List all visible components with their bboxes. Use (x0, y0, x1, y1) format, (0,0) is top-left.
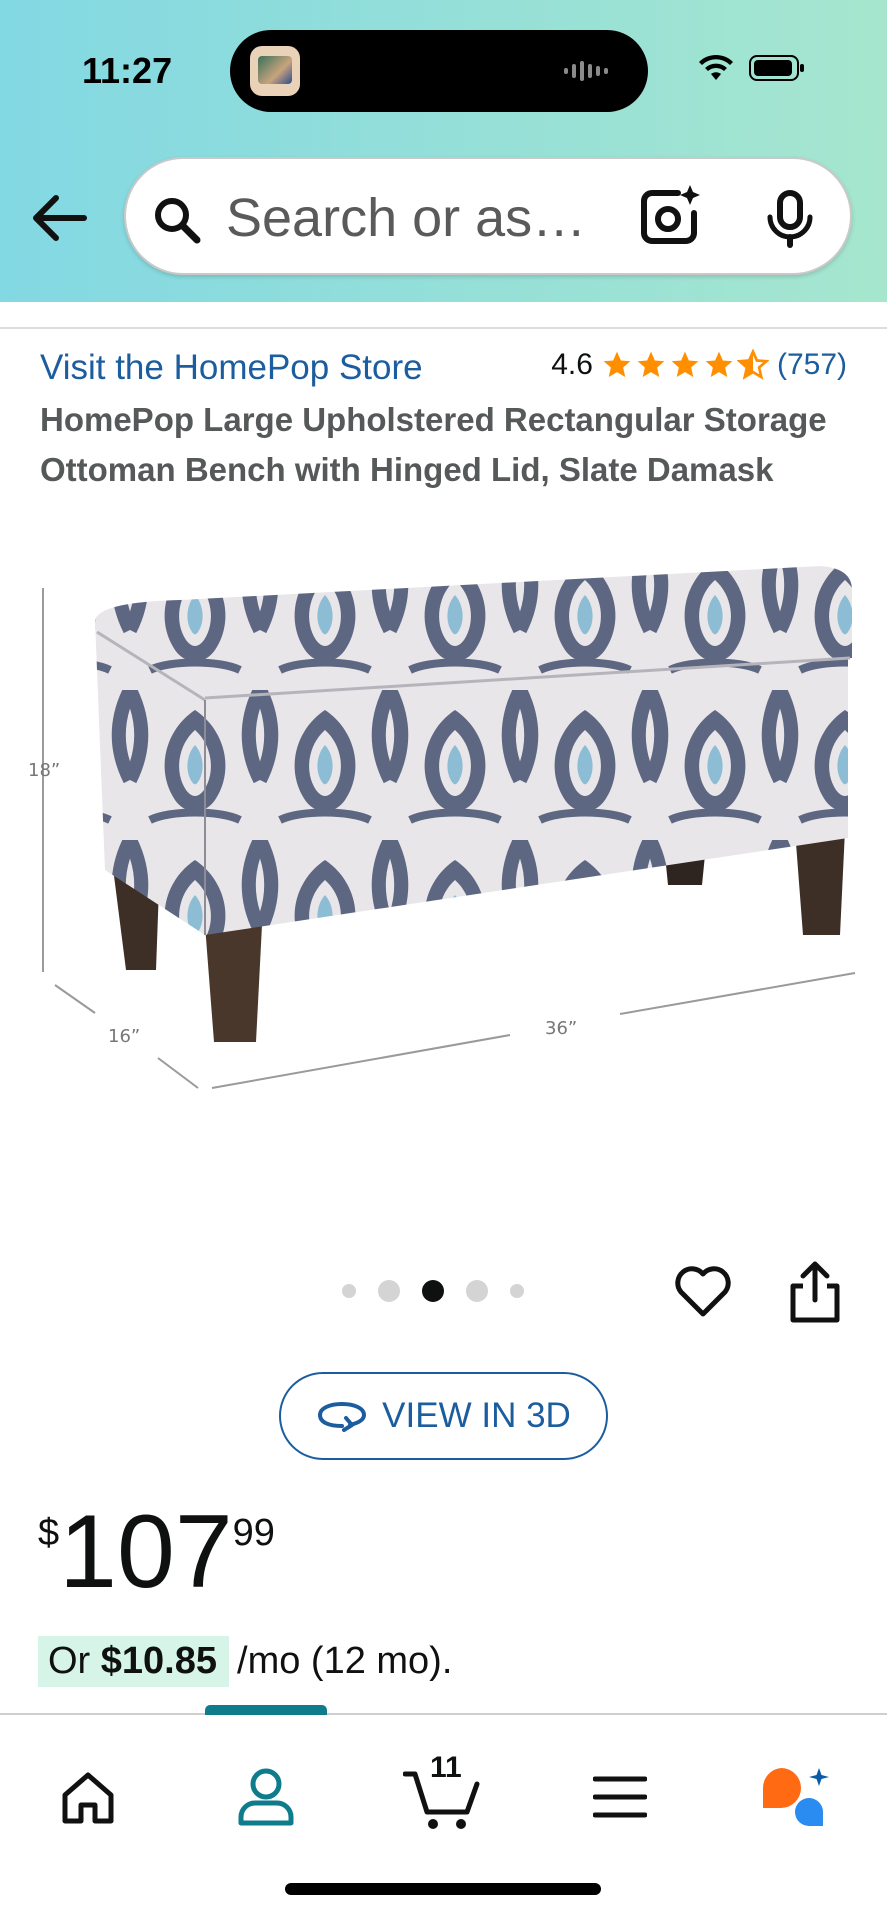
rating-summary[interactable]: 4.6 (757) (551, 348, 847, 382)
carousel-dot-active[interactable] (422, 1280, 444, 1302)
search-icon (155, 198, 201, 244)
monthly-payment[interactable]: Or $10.85 /mo (12 mo). (38, 1636, 452, 1687)
search-bar[interactable] (124, 157, 852, 275)
star-icon (671, 351, 699, 377)
status-time: 11:27 (82, 50, 173, 91)
battery-icon (749, 55, 804, 81)
dimension-width: 36” (545, 1018, 577, 1039)
app-header: 11:27 (0, 0, 887, 302)
product-image[interactable]: 18” 16” 36” (0, 540, 887, 1100)
dynamic-island[interactable] (230, 30, 648, 112)
arrow-left-icon (33, 195, 87, 241)
account-icon (238, 1768, 294, 1826)
star-icon (603, 351, 631, 377)
view-in-3d-button[interactable]: VIEW IN 3D (279, 1372, 608, 1460)
divider (0, 327, 887, 329)
cart-count: 11 (430, 1751, 462, 1784)
active-tab-indicator (205, 1705, 327, 1715)
nav-rufus[interactable] (756, 1757, 836, 1837)
price: $ 107 99 (38, 1500, 275, 1604)
monthly-suffix: /mo (12 mo). (237, 1640, 453, 1682)
price-fraction: 99 (232, 1512, 275, 1554)
store-link[interactable]: Visit the HomePop Store (40, 348, 423, 388)
now-playing-app-icon (250, 46, 300, 96)
view-in-3d-label: VIEW IN 3D (382, 1396, 571, 1435)
share-icon (790, 1261, 840, 1323)
rating-value: 4.6 (551, 348, 593, 381)
audio-wave-icon (564, 61, 608, 81)
image-carousel-dots[interactable] (342, 1280, 524, 1302)
carousel-dot[interactable] (510, 1284, 524, 1298)
nav-menu[interactable] (580, 1757, 660, 1837)
review-count: (757) (776, 348, 847, 381)
price-whole: 107 (59, 1494, 233, 1610)
monthly-prefix: Or (48, 1640, 101, 1682)
star-rating (601, 349, 769, 381)
heart-icon (675, 1266, 731, 1317)
ottoman-bench-illustration: 18” 16” 36” (28, 566, 856, 1089)
microphone-icon[interactable] (764, 189, 816, 249)
nav-home[interactable] (48, 1757, 128, 1837)
back-button[interactable] (30, 190, 90, 246)
rufus-icon (762, 1768, 829, 1826)
rotate-3d-icon (318, 1401, 367, 1432)
product-title: HomePop Large Upholstered Rectangular St… (40, 401, 827, 488)
star-icon (637, 351, 665, 377)
wifi-icon (699, 54, 733, 80)
dimension-height: 18” (28, 760, 60, 781)
star-icon (705, 351, 733, 377)
status-icons (697, 54, 805, 82)
monthly-amount: $10.85 (100, 1640, 218, 1682)
home-icon (62, 1772, 114, 1824)
menu-icon (593, 1776, 647, 1818)
carousel-dot[interactable] (378, 1280, 400, 1302)
wishlist-button[interactable] (673, 1262, 733, 1322)
dimension-depth: 16” (108, 1026, 140, 1047)
price-currency: $ (38, 1512, 60, 1554)
camera-search-icon[interactable] (638, 183, 702, 247)
monthly-payment-highlight: Or $10.85 (38, 1636, 230, 1687)
half-star-icon (736, 349, 769, 380)
nav-cart[interactable]: 11 (402, 1751, 482, 1837)
search-input[interactable] (226, 185, 626, 251)
carousel-dot[interactable] (466, 1280, 488, 1302)
nav-account[interactable] (226, 1757, 306, 1837)
home-indicator[interactable] (285, 1883, 601, 1895)
share-button[interactable] (785, 1260, 845, 1324)
carousel-dot[interactable] (342, 1284, 356, 1298)
